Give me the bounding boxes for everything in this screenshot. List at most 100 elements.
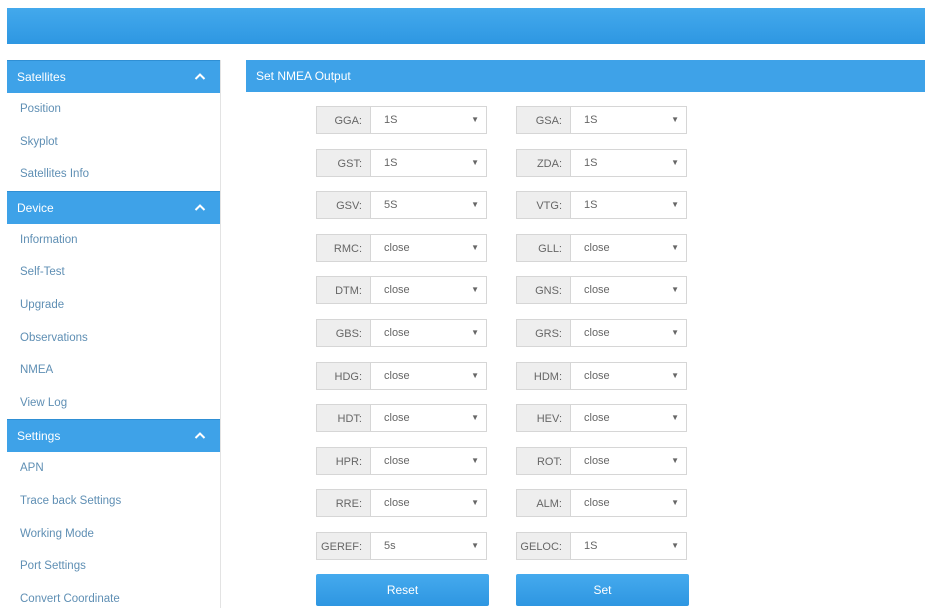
nmea-field-grs: GRS: close ▼ xyxy=(516,318,687,347)
select-value: close xyxy=(584,241,610,254)
sidebar-item-trace-back-settings[interactable]: Trace back Settings xyxy=(7,485,220,518)
nmea-select-zda[interactable]: 1S ▼ xyxy=(570,148,687,177)
nmea-select-hpr[interactable]: close ▼ xyxy=(370,446,487,475)
nmea-label-hpr: HPR: xyxy=(316,446,370,475)
nmea-select-hdg[interactable]: close ▼ xyxy=(370,361,487,390)
sidebar-item-self-test[interactable]: Self-Test xyxy=(7,256,220,289)
nmea-field-hdm: HDM: close ▼ xyxy=(516,361,687,390)
nmea-select-gsv[interactable]: 5S ▼ xyxy=(370,191,487,220)
sidebar-section-satellites[interactable]: Satellites xyxy=(7,60,220,93)
nmea-field-dtm: DTM: close ▼ xyxy=(316,276,487,305)
sidebar-item-upgrade[interactable]: Upgrade xyxy=(7,289,220,322)
nmea-field-hpr: HPR: close ▼ xyxy=(316,446,487,475)
select-value: 1S xyxy=(584,539,598,552)
nmea-field-zda: ZDA: 1S ▼ xyxy=(516,148,687,177)
nmea-label-zda: ZDA: xyxy=(516,148,570,177)
nmea-select-grs[interactable]: close ▼ xyxy=(570,318,687,347)
caret-down-icon: ▼ xyxy=(471,157,479,167)
nmea-select-gns[interactable]: close ▼ xyxy=(570,276,687,305)
nmea-select-hdm[interactable]: close ▼ xyxy=(570,361,687,390)
select-value: close xyxy=(384,284,410,297)
nmea-field-alm: ALM: close ▼ xyxy=(516,489,687,518)
nmea-field-gns: GNS: close ▼ xyxy=(516,276,687,305)
nmea-select-gbs[interactable]: close ▼ xyxy=(370,318,487,347)
caret-down-icon: ▼ xyxy=(471,115,479,124)
nmea-label-gll: GLL: xyxy=(516,233,570,262)
sidebar-item-information[interactable]: Information xyxy=(7,224,220,257)
sidebar-item-convert-coordinate[interactable]: Convert Coordinate xyxy=(7,583,220,608)
nmea-select-rmc[interactable]: close ▼ xyxy=(370,233,487,262)
nmea-select-rot[interactable]: close ▼ xyxy=(570,446,687,475)
nmea-select-hev[interactable]: close ▼ xyxy=(570,404,687,433)
nmea-select-gga[interactable]: 1S ▼ xyxy=(370,106,487,134)
select-value: close xyxy=(584,497,610,510)
sidebar-item-apn[interactable]: APN xyxy=(7,452,220,485)
nmea-field-rmc: RMC: close ▼ xyxy=(316,233,487,262)
nmea-select-gst[interactable]: 1S ▼ xyxy=(370,148,487,177)
reset-button[interactable]: Reset xyxy=(316,574,489,606)
caret-down-icon: ▼ xyxy=(471,200,479,210)
caret-down-icon: ▼ xyxy=(671,455,679,465)
caret-down-icon: ▼ xyxy=(471,455,479,465)
nmea-label-geref: GEREF: xyxy=(316,531,370,560)
nmea-label-vtg: VTG: xyxy=(516,191,570,220)
nmea-label-hdt: HDT: xyxy=(316,404,370,433)
nmea-label-gns: GNS: xyxy=(516,276,570,305)
nmea-field-vtg: VTG: 1S ▼ xyxy=(516,191,687,220)
select-value: 5S xyxy=(384,199,398,212)
nmea-label-geloc: GELOC: xyxy=(516,531,570,560)
sidebar-section-device[interactable]: Device xyxy=(7,190,220,224)
select-value: 5s xyxy=(384,539,396,552)
nmea-label-gsa: GSA: xyxy=(516,106,570,134)
select-value: 1S xyxy=(384,114,398,126)
select-value: close xyxy=(584,412,610,425)
chevron-up-icon[interactable] xyxy=(194,61,206,93)
caret-down-icon: ▼ xyxy=(671,498,679,508)
nmea-select-dtm[interactable]: close ▼ xyxy=(370,276,487,305)
sidebar-item-port-settings[interactable]: Port Settings xyxy=(7,550,220,583)
nmea-label-gsv: GSV: xyxy=(316,191,370,220)
sidebar-item-observations[interactable]: Observations xyxy=(7,322,220,355)
nmea-field-gsa: GSA: 1S ▼ xyxy=(516,106,687,134)
select-value: close xyxy=(384,241,410,254)
nmea-label-alm: ALM: xyxy=(516,489,570,518)
caret-down-icon: ▼ xyxy=(471,285,479,295)
sidebar-item-nmea[interactable]: NMEA xyxy=(7,354,220,387)
nmea-select-gsa[interactable]: 1S ▼ xyxy=(570,106,687,134)
nmea-label-gbs: GBS: xyxy=(316,318,370,347)
nmea-select-geloc[interactable]: 1S ▼ xyxy=(570,531,687,560)
nmea-select-alm[interactable]: close ▼ xyxy=(570,489,687,518)
nmea-select-gll[interactable]: close ▼ xyxy=(570,233,687,262)
nmea-label-hdm: HDM: xyxy=(516,361,570,390)
sidebar-item-skyplot[interactable]: Skyplot xyxy=(7,126,220,159)
nmea-select-geref[interactable]: 5s ▼ xyxy=(370,531,487,560)
select-value: close xyxy=(384,369,410,382)
caret-down-icon: ▼ xyxy=(671,157,679,167)
sidebar-section-settings[interactable]: Settings xyxy=(7,419,220,453)
nmea-label-gga: GGA: xyxy=(316,106,370,134)
panel-title: Set NMEA Output xyxy=(246,60,925,92)
sidebar-item-view-log[interactable]: View Log xyxy=(7,387,220,420)
nmea-label-hdg: HDG: xyxy=(316,361,370,390)
nmea-select-rre[interactable]: close ▼ xyxy=(370,489,487,518)
set-button[interactable]: Set xyxy=(516,574,689,606)
sidebar-item-position[interactable]: Position xyxy=(7,93,220,126)
nmea-field-hev: HEV: close ▼ xyxy=(516,404,687,433)
nmea-select-vtg[interactable]: 1S ▼ xyxy=(570,191,687,220)
caret-down-icon: ▼ xyxy=(671,370,679,380)
caret-down-icon: ▼ xyxy=(671,540,679,550)
select-value: close xyxy=(584,326,610,339)
select-value: close xyxy=(584,369,610,382)
nmea-field-geloc: GELOC: 1S ▼ xyxy=(516,531,687,560)
nmea-field-rre: RRE: close ▼ xyxy=(316,489,487,518)
nmea-select-hdt[interactable]: close ▼ xyxy=(370,404,487,433)
nmea-field-gst: GST: 1S ▼ xyxy=(316,148,487,177)
nmea-field-geref: GEREF: 5s ▼ xyxy=(316,531,487,560)
nmea-label-rmc: RMC: xyxy=(316,233,370,262)
chevron-up-icon[interactable] xyxy=(194,192,206,224)
select-value: 1S xyxy=(584,156,598,169)
chevron-up-icon[interactable] xyxy=(194,420,206,452)
sidebar-item-working-mode[interactable]: Working Mode xyxy=(7,518,220,551)
sidebar-item-satellites-info[interactable]: Satellites Info xyxy=(7,158,220,191)
select-value: close xyxy=(384,454,410,467)
